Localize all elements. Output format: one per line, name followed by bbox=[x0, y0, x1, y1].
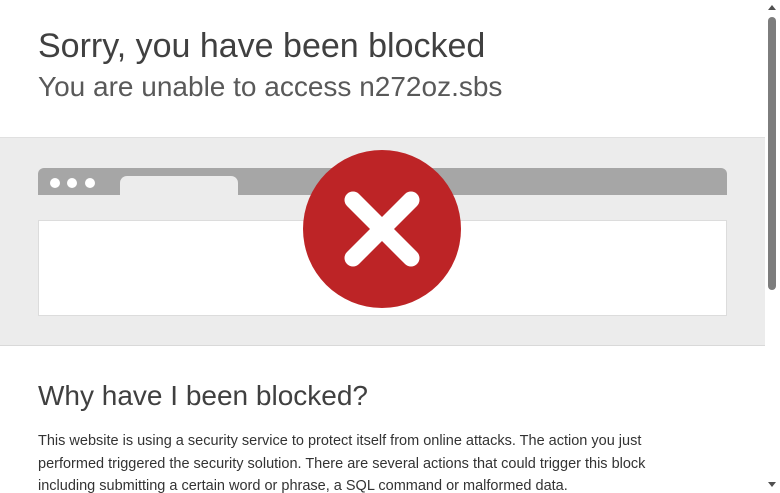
why-blocked-section: Why have I been blocked? This website is… bbox=[0, 346, 765, 493]
scrollbar-thumb[interactable] bbox=[768, 17, 776, 290]
vertical-scrollbar[interactable] bbox=[765, 0, 780, 493]
window-dot-icon bbox=[50, 178, 60, 188]
page-header: Sorry, you have been blocked You are una… bbox=[0, 0, 765, 137]
blocked-x-circle-icon bbox=[303, 150, 461, 308]
subtitle-prefix: You are unable to access bbox=[38, 71, 352, 102]
scroll-down-arrow-icon[interactable] bbox=[768, 482, 776, 487]
section-body-text: This website is using a security service… bbox=[38, 433, 646, 493]
section-heading: Why have I been blocked? bbox=[38, 380, 368, 411]
browser-tab bbox=[120, 176, 238, 195]
illustration-band bbox=[0, 137, 765, 346]
scroll-up-arrow-icon[interactable] bbox=[768, 5, 776, 10]
page-title: Sorry, you have been blocked bbox=[38, 27, 486, 65]
blocked-domain: n272oz.sbs bbox=[359, 71, 503, 102]
page-subtitle: You are unable to access n272oz.sbs bbox=[38, 68, 502, 106]
page: Sorry, you have been blocked You are una… bbox=[0, 0, 765, 493]
window-dot-icon bbox=[85, 178, 95, 188]
window-dot-icon bbox=[67, 178, 77, 188]
